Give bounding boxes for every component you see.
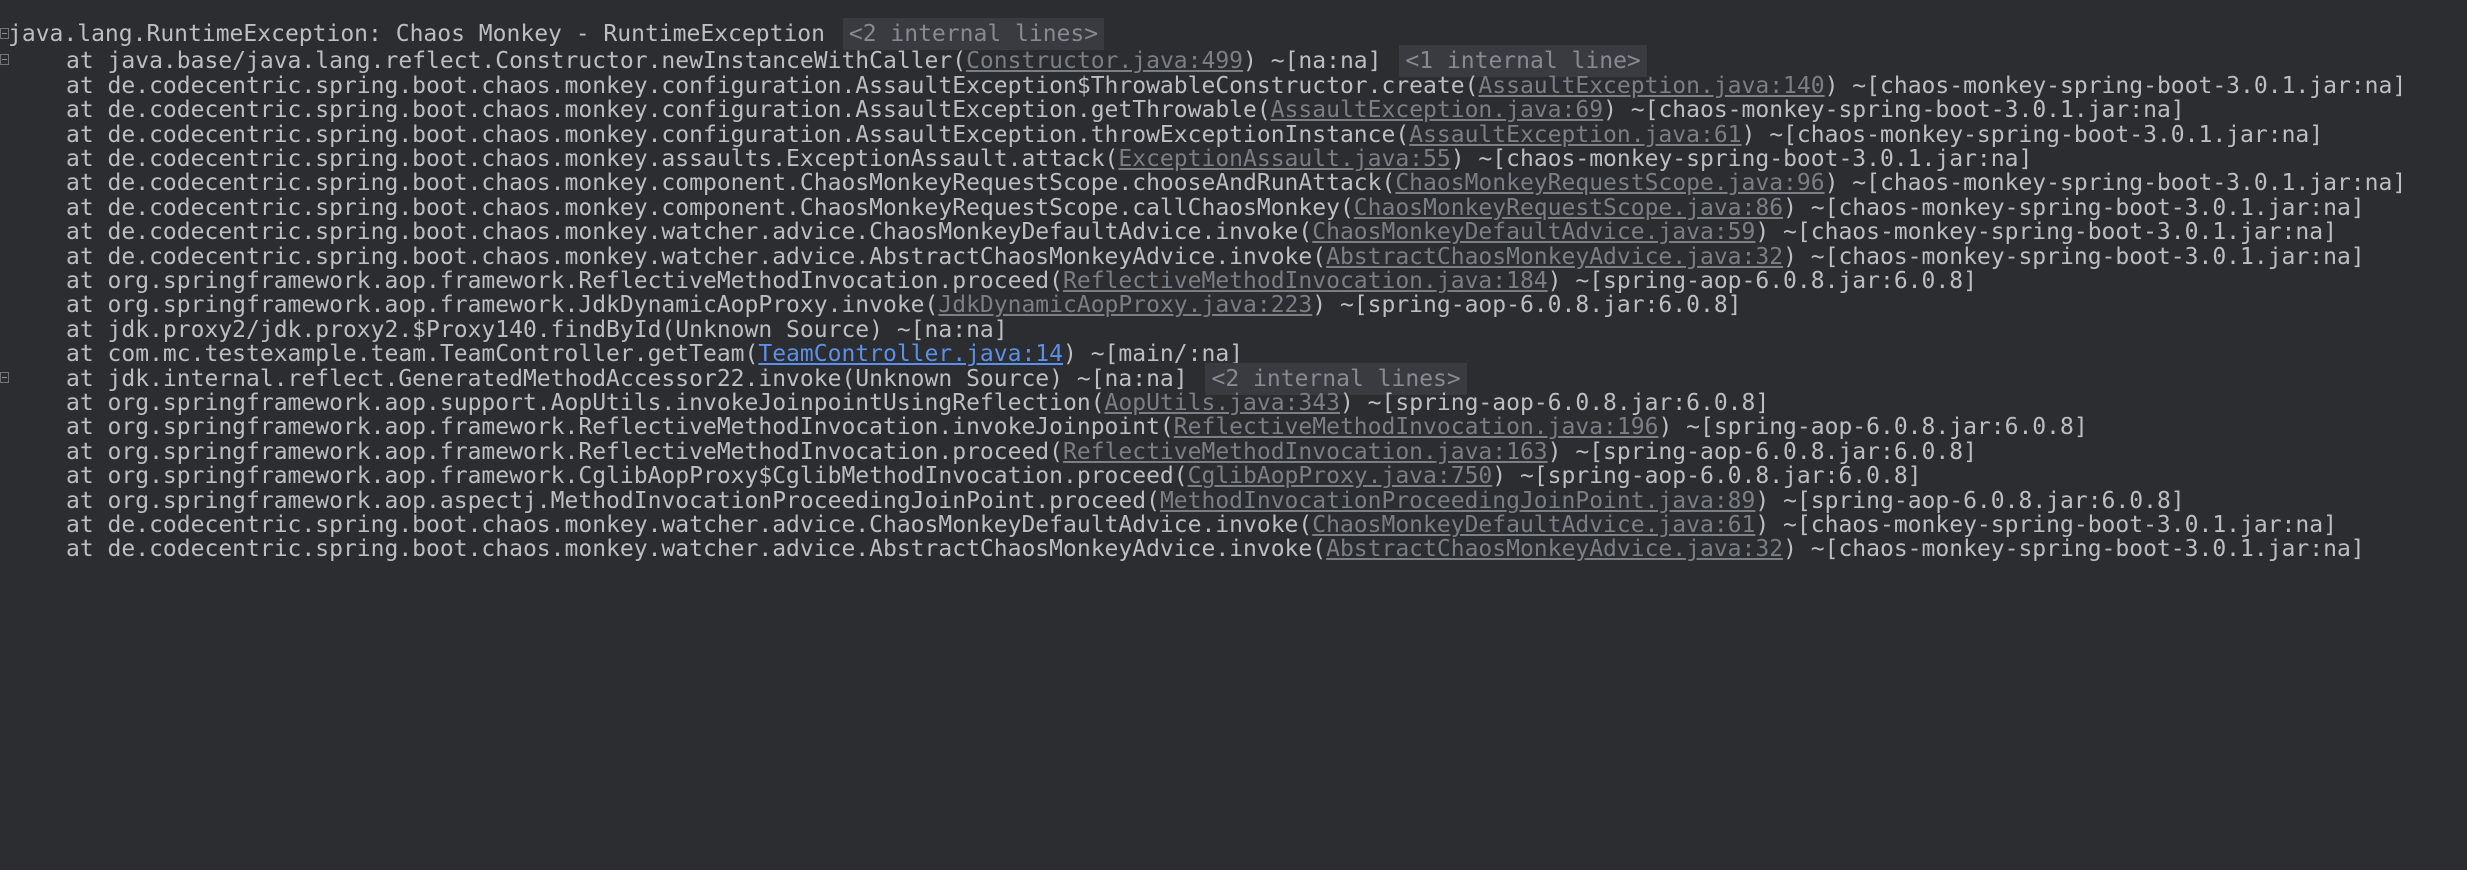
frame-method: at de.codecentric.spring.boot.chaos.monk…	[66, 536, 1327, 563]
source-link[interactable]: AbstractChaosMonkeyAdvice.java:32	[1326, 536, 1783, 562]
frame-library: ) ~[chaos-monkey-spring-boot-3.0.1.jar:n…	[1783, 536, 2365, 563]
fold-toggle-icon[interactable]	[0, 54, 9, 66]
frame-library: ) ~[spring-aop-6.0.8.jar:6.0.8]	[1312, 292, 1742, 319]
exception-header-line: java.lang.RuntimeException: Chaos Monkey…	[0, 15, 1105, 53]
console-output: java.lang.RuntimeException: Chaos Monkey…	[0, 0, 2467, 870]
fold-toggle-icon[interactable]	[0, 371, 9, 383]
stack-frame: at de.codecentric.spring.boot.chaos.monk…	[66, 530, 2365, 568]
